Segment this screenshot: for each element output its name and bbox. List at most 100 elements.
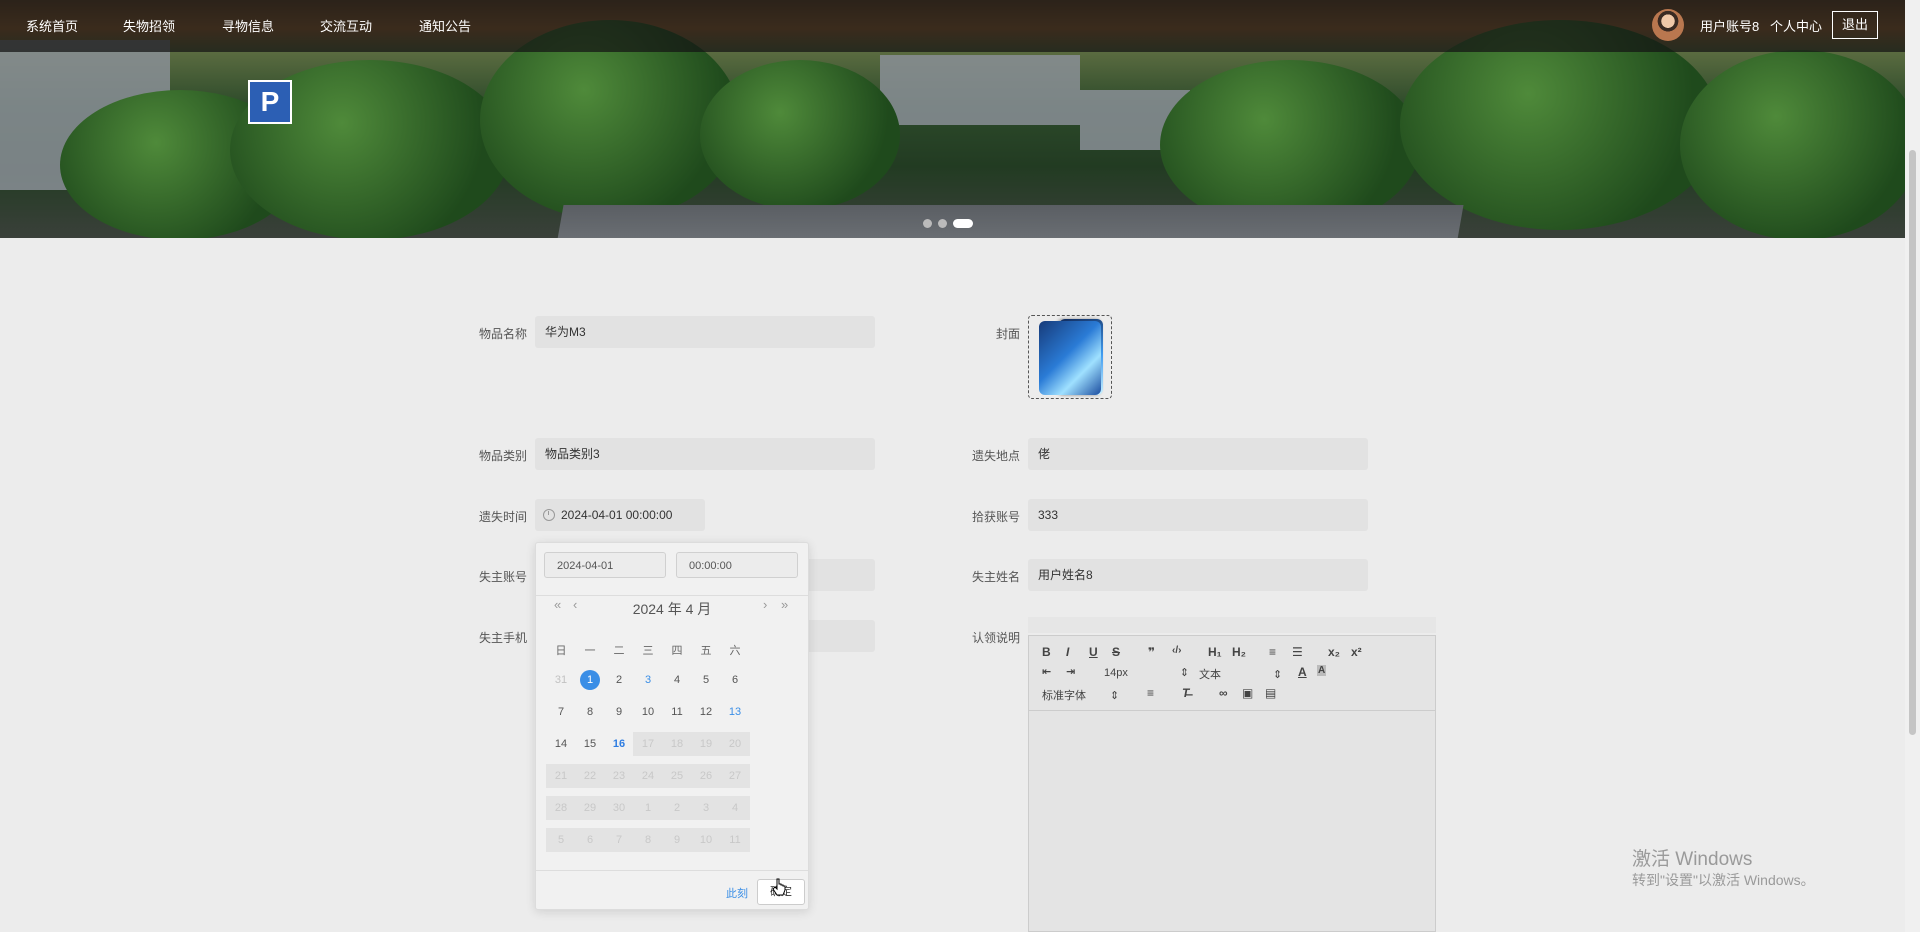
lost-place-label: 遗失地点 (971, 449, 1020, 463)
nav-search-items[interactable]: 寻物信息 (222, 16, 274, 35)
cover-image[interactable] (1028, 315, 1112, 399)
calendar-day[interactable]: 9 (604, 700, 634, 724)
nav-community[interactable]: 交流互动 (320, 16, 372, 35)
calendar-day[interactable]: 4 (662, 668, 692, 692)
windows-activation-subtitle: 转到"设置"以激活 Windows。 (1632, 872, 1815, 888)
font-color-icon[interactable]: A (1298, 665, 1307, 679)
image-icon[interactable]: ▣ (1242, 686, 1253, 700)
heading1-button[interactable]: H₁ (1208, 645, 1222, 659)
calendar-day[interactable]: 6 (575, 828, 605, 852)
avatar[interactable] (1652, 9, 1684, 41)
nav-lost-found[interactable]: 失物招领 (123, 16, 175, 35)
phone-image-back (1039, 321, 1101, 395)
category-field[interactable]: 物品类别3 (535, 438, 875, 470)
ordered-list-button[interactable]: ≡ (1269, 645, 1276, 659)
superscript-button[interactable]: x² (1351, 645, 1362, 659)
blockquote-button[interactable]: ❞ (1148, 645, 1155, 659)
calendar-day[interactable]: 8 (575, 700, 605, 724)
picker-time-input[interactable]: 00:00:00 (676, 552, 798, 578)
calendar-day[interactable]: 7 (604, 828, 634, 852)
indent-icon[interactable]: ⇥ (1066, 665, 1075, 678)
calendar-day[interactable]: 7 (546, 700, 576, 724)
carousel-dot-active[interactable] (953, 219, 973, 228)
block-format-select[interactable]: 文本 ⇕ (1199, 666, 1282, 682)
calendar-day[interactable]: 3 (691, 796, 721, 820)
calendar-day[interactable]: 2 (662, 796, 692, 820)
calendar-day[interactable]: 20 (720, 732, 750, 756)
calendar-day[interactable]: 16 (604, 732, 634, 756)
calendar-day[interactable]: 6 (720, 668, 750, 692)
finder-account-field[interactable]: 333 (1028, 499, 1368, 531)
weekday-label: 四 (671, 645, 683, 657)
next-year-icon[interactable]: » (781, 597, 788, 612)
calendar-day[interactable]: 23 (604, 764, 634, 788)
user-center-link[interactable]: 个人中心 (1770, 16, 1822, 35)
owner-name-field[interactable]: 用户姓名8 (1028, 559, 1368, 591)
calendar-day[interactable]: 13 (720, 700, 750, 724)
calendar-day[interactable]: 11 (662, 700, 692, 724)
now-button[interactable]: 此刻 (726, 885, 748, 901)
video-icon[interactable]: ▤ (1265, 686, 1276, 700)
carousel-dot[interactable] (938, 219, 947, 228)
calendar-day[interactable]: 5 (546, 828, 576, 852)
calendar-day[interactable]: 28 (546, 796, 576, 820)
scrollbar-thumb[interactable] (1909, 150, 1916, 735)
lost-place-field[interactable]: 佬 (1028, 438, 1368, 470)
calendar-day[interactable]: 5 (691, 668, 721, 692)
background-color-icon[interactable]: A (1317, 665, 1327, 676)
outdent-icon[interactable]: ⇤ (1042, 665, 1051, 678)
calendar-day[interactable]: 1 (575, 668, 605, 692)
calendar-day[interactable]: 25 (662, 764, 692, 788)
calendar-day[interactable]: 8 (633, 828, 663, 852)
underline-button[interactable]: U (1089, 645, 1098, 659)
logout-button[interactable]: 退出 (1832, 11, 1878, 39)
calendar-day[interactable]: 9 (662, 828, 692, 852)
windows-activation-title: 激活 Windows (1632, 849, 1753, 870)
item-name-field[interactable]: 华为M3 (535, 316, 875, 348)
nav-notices[interactable]: 通知公告 (419, 16, 471, 35)
subscript-button[interactable]: x₂ (1328, 645, 1340, 659)
cover-label: 封面 (995, 327, 1020, 341)
font-family-select[interactable]: 标准字体 ⇕ (1042, 687, 1119, 703)
lost-time-input[interactable]: 2024-04-01 00:00:00 (535, 499, 705, 531)
calendar-day[interactable]: 15 (575, 732, 605, 756)
next-month-icon[interactable]: › (763, 597, 767, 612)
calendar-day[interactable]: 30 (604, 796, 634, 820)
italic-button[interactable]: I (1066, 645, 1069, 659)
calendar-day[interactable]: 31 (546, 668, 576, 692)
calendar-day[interactable]: 18 (662, 732, 692, 756)
align-icon[interactable]: ≡ (1147, 686, 1154, 700)
picker-date-input[interactable]: 2024-04-01 (544, 552, 666, 578)
clear-format-icon[interactable]: T̶ (1182, 686, 1189, 700)
bullet-list-button[interactable]: ☰ (1292, 645, 1303, 659)
nav-home[interactable]: 系统首页 (26, 16, 78, 35)
code-block-button[interactable]: ‹/› (1172, 645, 1181, 656)
heading2-button[interactable]: H₂ (1232, 645, 1246, 659)
calendar-day[interactable]: 1 (633, 796, 663, 820)
calendar-day[interactable]: 10 (691, 828, 721, 852)
calendar-day[interactable]: 10 (633, 700, 663, 724)
calendar-day[interactable]: 26 (691, 764, 721, 788)
link-icon[interactable]: ∞ (1219, 686, 1228, 700)
calendar-day[interactable]: 22 (575, 764, 605, 788)
calendar-day[interactable]: 17 (633, 732, 663, 756)
calendar-day[interactable]: 14 (546, 732, 576, 756)
calendar-day[interactable]: 12 (691, 700, 721, 724)
lost-time-label: 遗失时间 (478, 510, 527, 524)
owner-name-label: 失主姓名 (971, 570, 1020, 584)
calendar-day[interactable]: 2 (604, 668, 634, 692)
claim-description-editor[interactable]: B I U S ❞ ‹/› H₁ H₂ ≡ ☰ x₂ x² ⇤ ⇥ 14px ⇕ … (1028, 635, 1436, 932)
font-size-select[interactable]: 14px ⇕ (1104, 666, 1189, 679)
calendar-day[interactable]: 11 (720, 828, 750, 852)
strike-button[interactable]: S (1112, 645, 1120, 659)
calendar-day[interactable]: 4 (720, 796, 750, 820)
calendar-day[interactable]: 29 (575, 796, 605, 820)
carousel-dot[interactable] (923, 219, 932, 228)
calendar-day[interactable]: 19 (691, 732, 721, 756)
calendar-day[interactable]: 24 (633, 764, 663, 788)
calendar-day[interactable]: 27 (720, 764, 750, 788)
bold-button[interactable]: B (1042, 645, 1051, 659)
calendar-day[interactable]: 3 (633, 668, 663, 692)
lost-time-value: 2024-04-01 00:00:00 (561, 508, 673, 522)
calendar-day[interactable]: 21 (546, 764, 576, 788)
